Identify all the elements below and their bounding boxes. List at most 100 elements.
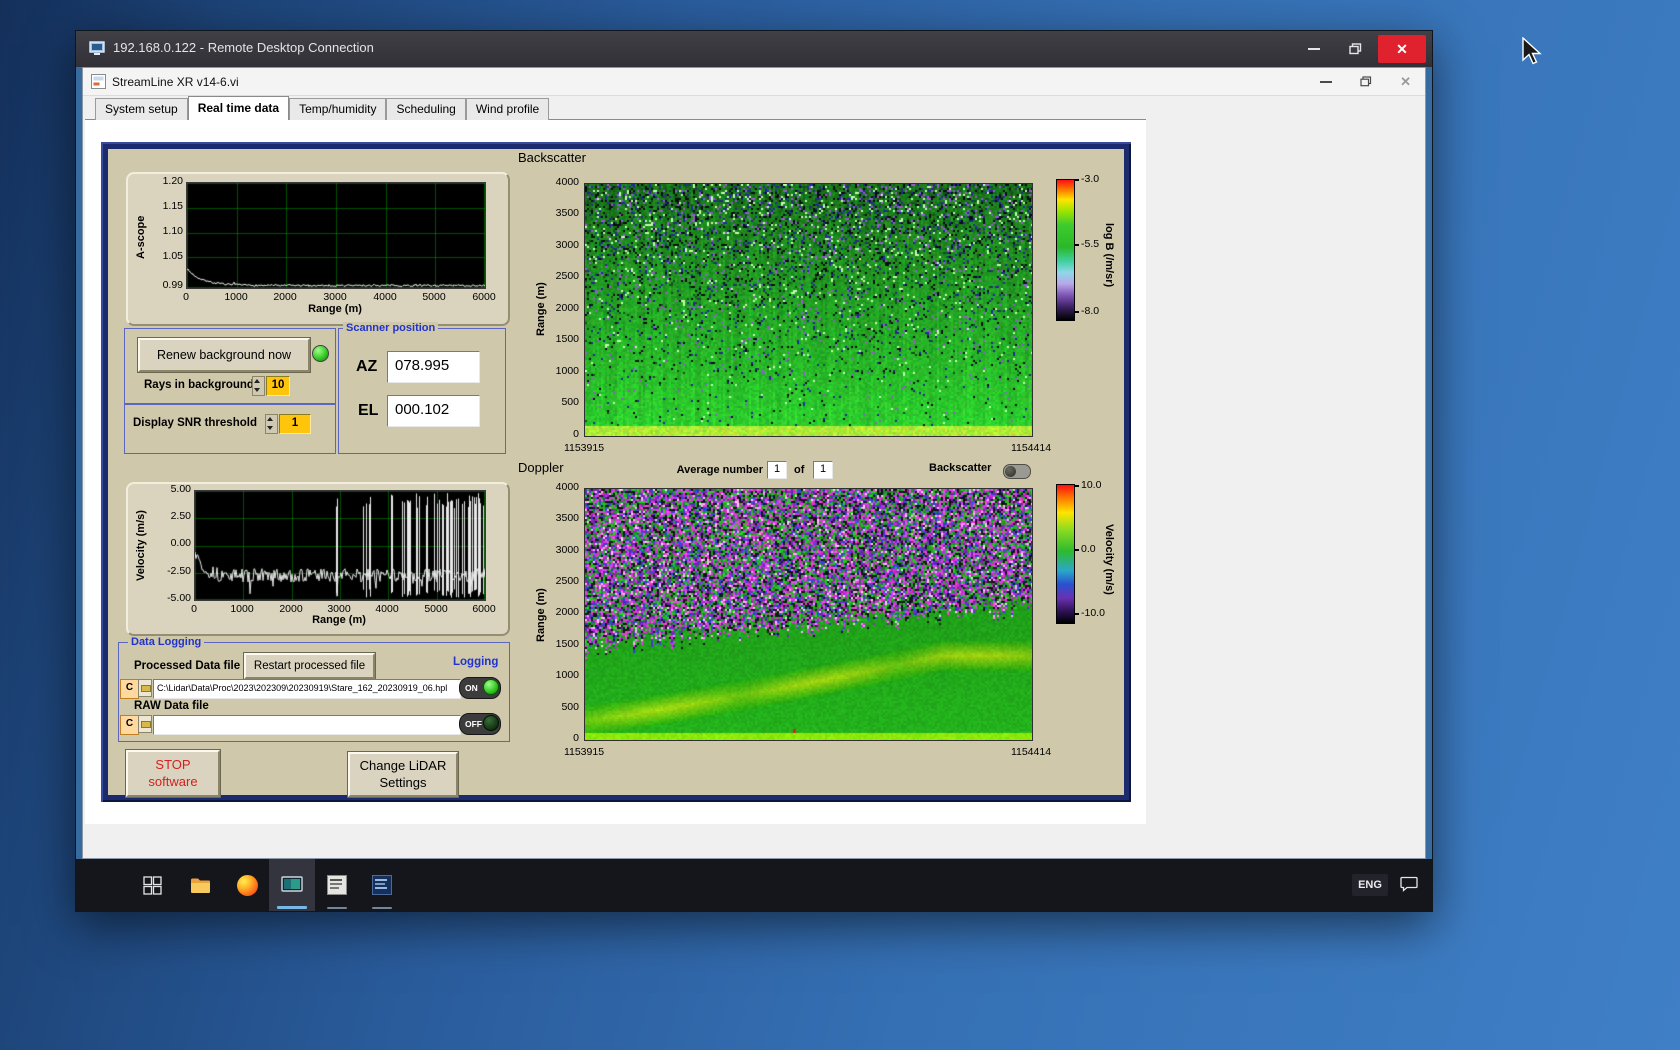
doppler-ytick: 1000 <box>555 669 579 681</box>
ascope-x-axis-label: Range (m) <box>308 303 362 315</box>
tab-scheduling[interactable]: Scheduling <box>386 98 466 120</box>
rdp-maximize-button[interactable] <box>1337 35 1373 63</box>
doppler-cbar-label: Velocity (m/s) <box>1103 524 1115 595</box>
tab-system-setup[interactable]: System setup <box>95 98 188 120</box>
scan-sched-icon <box>327 875 347 895</box>
processed-path-field[interactable]: C:\Lidar\Data\Proc\2023\202309\20230919\… <box>153 679 461 699</box>
snr-threshold-field[interactable]: 1 <box>279 414 311 434</box>
velocity-ytick: -2.50 <box>167 565 191 577</box>
rdp-titlebar[interactable]: 192.168.0.122 - Remote Desktop Connectio… <box>76 31 1432 67</box>
az-label: AZ <box>356 358 378 375</box>
taskbar-rdp-app[interactable] <box>269 859 315 911</box>
backscatter-heatmap <box>584 183 1033 437</box>
restart-processed-file-label: Restart processed file <box>253 660 366 672</box>
folder-icon <box>190 878 210 893</box>
front-panel: A-scope 1.20 1.15 1.10 1.05 0.99 0 1000 … <box>85 119 1146 824</box>
of-label: of <box>794 464 805 476</box>
taskbar-app-terminal[interactable] <box>359 859 405 911</box>
data-logging-title: Data Logging <box>128 636 205 649</box>
doppler-colorbar <box>1056 484 1075 624</box>
raw-path-field[interactable] <box>153 715 461 735</box>
rdp-minimize-button[interactable] <box>1296 35 1332 63</box>
vi-minimize-button[interactable] <box>1320 80 1333 83</box>
scanner-position-group <box>338 328 506 454</box>
tab-bar: System setup Real time data Temp/humidit… <box>95 96 550 120</box>
main-panel: A-scope 1.20 1.15 1.10 1.05 0.99 0 1000 … <box>101 142 1131 802</box>
notification-icon[interactable] <box>1400 876 1418 897</box>
backscatter-toggle[interactable] <box>1003 464 1031 479</box>
snr-threshold-label: Display SNR threshold <box>133 417 257 429</box>
renew-background-label: Renew background now <box>156 348 292 362</box>
rays-in-background-spinner[interactable] <box>252 376 265 396</box>
backscatter-colorbar <box>1056 179 1075 321</box>
change-lidar-settings-button[interactable]: Change LiDAR Settings <box>348 752 458 797</box>
stop-software-button[interactable]: STOP software <box>126 750 220 797</box>
logging-label: Logging <box>453 656 499 668</box>
backscatter-ytick: 1000 <box>555 365 579 377</box>
vi-icon <box>91 74 106 89</box>
ascope-xtick: 0 <box>183 291 189 303</box>
close-icon: ✕ <box>1396 41 1408 57</box>
doppler-ytick: 1500 <box>555 638 579 650</box>
backscatter-ytick: 0 <box>573 428 579 440</box>
vi-title: StreamLine XR v14-6.vi <box>112 75 239 89</box>
average-number-label: Average number <box>676 464 763 476</box>
backscatter-x-end: 1154414 <box>1010 442 1052 454</box>
rays-in-background-field[interactable]: 10 <box>266 376 290 396</box>
ascope-xtick: 6000 <box>472 291 496 303</box>
doppler-heatmap <box>584 488 1033 741</box>
taskbar-firefox[interactable] <box>224 859 270 911</box>
labview-window: StreamLine XR v14-6.vi ✕ System setup Re… <box>82 67 1426 859</box>
change-lidar-settings-label: Change LiDAR Settings <box>359 757 447 790</box>
ascope-xtick: 1000 <box>224 291 248 303</box>
renew-background-button[interactable]: Renew background now <box>138 338 310 372</box>
renew-led <box>312 345 329 362</box>
ascope-ytick: 1.05 <box>162 250 183 262</box>
terminal-icon <box>372 875 392 895</box>
rdp-monitor-icon <box>281 876 303 892</box>
scanner-position-title: Scanner position <box>343 322 439 335</box>
average-count-field[interactable]: 1 <box>813 461 833 479</box>
vi-close-button[interactable]: ✕ <box>1400 74 1411 90</box>
vi-restore-button[interactable] <box>1360 76 1372 87</box>
el-field[interactable]: 000.102 <box>387 395 480 427</box>
doppler-ytick: 500 <box>561 701 579 713</box>
velocity-xtick: 6000 <box>472 603 496 615</box>
snr-threshold-spinner[interactable] <box>265 414 278 434</box>
mouse-cursor-icon <box>1522 37 1542 65</box>
tab-temp-humidity[interactable]: Temp/humidity <box>289 98 387 120</box>
raw-logging-toggle[interactable]: OFF <box>459 713 501 735</box>
labview-titlebar[interactable]: StreamLine XR v14-6.vi ✕ <box>83 68 1425 96</box>
start-button[interactable] <box>129 859 175 911</box>
taskbar-app-scan-sched[interactable] <box>314 859 360 911</box>
backscatter-ytick: 500 <box>561 396 579 408</box>
doppler-ytick: 0 <box>573 732 579 744</box>
velocity-x-axis-label: Range (m) <box>312 614 366 626</box>
processed-logging-toggle[interactable]: ON <box>459 677 501 699</box>
restart-processed-file-button[interactable]: Restart processed file <box>244 653 375 679</box>
taskbar-file-explorer[interactable] <box>177 859 223 911</box>
tab-wind-profile[interactable]: Wind profile <box>465 98 550 120</box>
path-browse-icon[interactable] <box>138 679 152 697</box>
tab-real-time-data[interactable]: Real time data <box>187 96 290 120</box>
taskbar: ENG <box>76 859 1432 911</box>
active-app-indicator <box>277 906 307 909</box>
remote-desktop: StreamLine XR v14-6.vi ✕ System setup Re… <box>76 67 1432 911</box>
path-browse-icon[interactable] <box>138 715 152 733</box>
start-icon <box>142 875 162 895</box>
backscatter-ytick: 4000 <box>555 176 579 188</box>
open-app-indicator <box>327 907 347 909</box>
doppler-x-start: 1153915 <box>563 746 605 758</box>
toggle-knob-off <box>483 715 499 731</box>
az-field[interactable]: 078.995 <box>387 351 480 383</box>
velocity-xtick: 5000 <box>424 603 448 615</box>
average-number-field[interactable]: 1 <box>767 461 787 479</box>
rdp-window: 192.168.0.122 - Remote Desktop Connectio… <box>75 30 1433 912</box>
rdp-close-button[interactable]: ✕ <box>1378 35 1426 63</box>
raw-drive-box: C <box>120 715 139 735</box>
raw-data-file-label: RAW Data file <box>134 700 209 712</box>
language-indicator[interactable]: ENG <box>1352 874 1388 896</box>
doppler-ytick: 3000 <box>555 544 579 556</box>
doppler-ytick: 2000 <box>555 606 579 618</box>
rays-in-background-label: Rays in background <box>144 379 254 391</box>
